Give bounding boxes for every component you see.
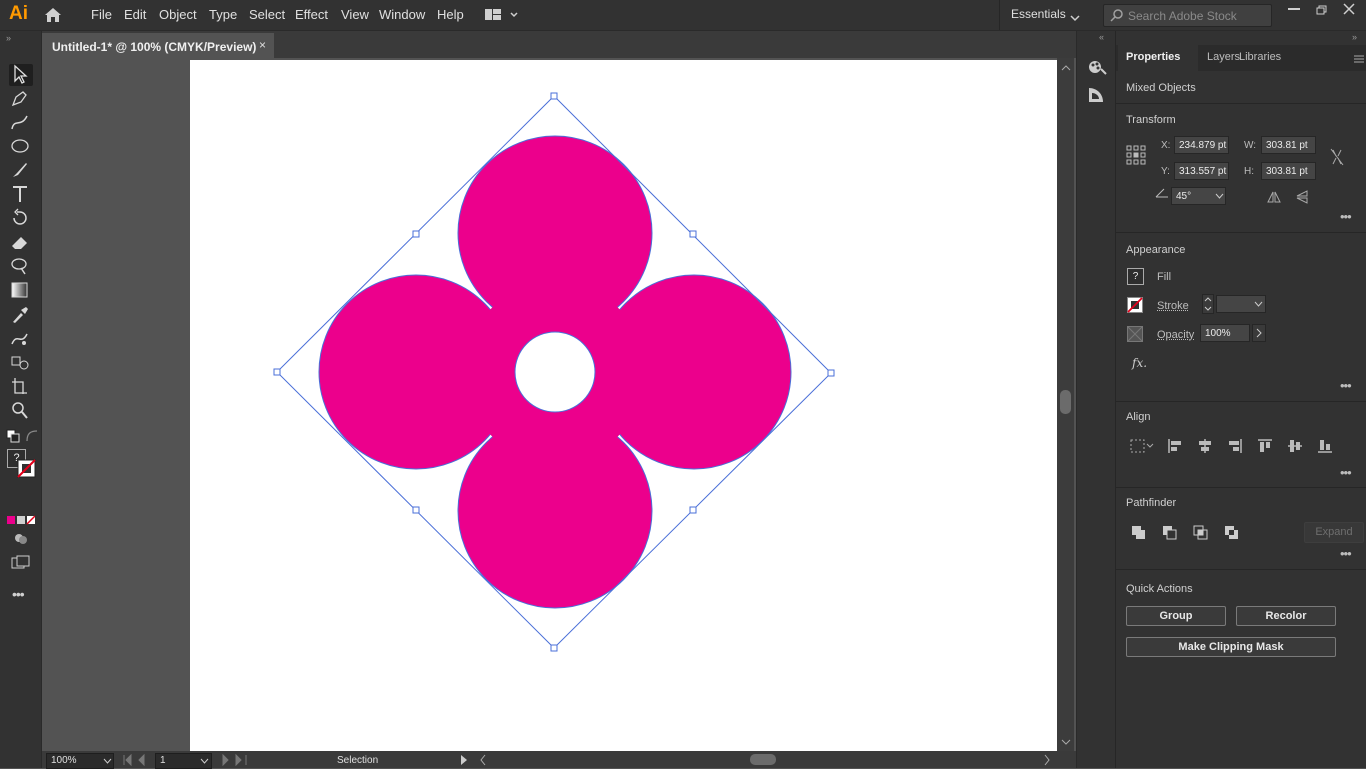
artboard-nav-next-icons[interactable] (220, 754, 250, 766)
rotation-field[interactable]: 45° (1171, 187, 1226, 205)
x-field[interactable]: 234.879 pt (1174, 136, 1229, 154)
align-right-icon[interactable] (1227, 438, 1243, 454)
width-field[interactable]: 303.81 pt (1261, 136, 1316, 154)
divider (1116, 401, 1366, 402)
appearance-more-icon[interactable]: ••• (1340, 378, 1352, 393)
handle-top[interactable] (550, 92, 558, 100)
divider (1116, 569, 1366, 570)
align-left-icon[interactable] (1167, 438, 1183, 454)
tab-properties[interactable]: Properties (1126, 51, 1180, 63)
fill-label: Fill (1157, 271, 1172, 283)
recolor-button[interactable]: Recolor (1236, 606, 1336, 626)
pathfinder-unite-icon[interactable] (1131, 525, 1147, 541)
handle-bottom-left[interactable] (412, 506, 420, 514)
collapse-panel-icon[interactable]: » (1352, 32, 1357, 42)
transform-title: Transform (1126, 114, 1176, 126)
selection-type: Mixed Objects (1126, 82, 1196, 94)
artboard-number: 1 (160, 755, 166, 766)
divider (1116, 103, 1366, 104)
make-clipping-mask-button[interactable]: Make Clipping Mask (1126, 637, 1336, 657)
gradient-panel-icon[interactable] (1087, 86, 1105, 104)
chevron-down-icon[interactable] (1215, 193, 1224, 200)
fill-swatch[interactable]: ? (1127, 268, 1144, 285)
appearance-title: Appearance (1126, 244, 1186, 256)
handle-bottom-right[interactable] (689, 506, 697, 514)
current-tool-label: Selection (337, 755, 379, 766)
align-to-selection-icon[interactable] (1130, 438, 1154, 454)
constrain-proportions-icon[interactable] (1330, 148, 1344, 166)
zoom-value: 100% (51, 755, 77, 766)
scroll-down-icon[interactable] (1061, 738, 1071, 746)
align-vertical-center-icon[interactable] (1287, 438, 1303, 454)
tab-libraries[interactable]: Libraries (1239, 51, 1281, 63)
flip-horizontal-icon[interactable] (1266, 190, 1282, 204)
handle-top-right[interactable] (689, 230, 697, 238)
vertical-scroll-thumb[interactable] (1060, 390, 1071, 414)
vertical-scrollbar[interactable] (1057, 58, 1074, 751)
panel-icon-strip: « (1076, 31, 1115, 768)
panel-tabs: Properties Layers Libraries (1116, 45, 1366, 71)
chevron-down-icon[interactable] (1254, 301, 1263, 308)
color-guide-icon[interactable] (1087, 59, 1107, 75)
flower-center-hole[interactable] (514, 331, 596, 413)
expand-button[interactable]: Expand (1304, 522, 1364, 543)
align-horizontal-center-icon[interactable] (1197, 438, 1213, 454)
divider (1116, 487, 1366, 488)
rotate-angle-icon (1155, 188, 1168, 198)
flip-vertical-icon[interactable] (1295, 189, 1309, 205)
divider (1116, 232, 1366, 233)
opacity-label[interactable]: Opacity (1157, 329, 1194, 341)
transform-more-icon[interactable]: ••• (1340, 209, 1352, 224)
stroke-weight-field[interactable] (1216, 295, 1266, 313)
horizontal-scroll-thumb[interactable] (750, 754, 776, 765)
scroll-up-icon[interactable] (1061, 64, 1071, 72)
flower-artwork[interactable] (318, 135, 792, 609)
tab-layers[interactable]: Layers (1207, 51, 1240, 63)
pathfinder-more-icon[interactable]: ••• (1340, 546, 1352, 561)
group-button[interactable]: Group (1126, 606, 1226, 626)
y-label: Y: (1161, 166, 1170, 177)
pathfinder-intersect-icon[interactable] (1193, 525, 1209, 541)
status-bar: 100% 1 Selection (42, 751, 1076, 769)
stroke-label[interactable]: Stroke (1157, 300, 1189, 312)
align-title: Align (1126, 411, 1151, 423)
reference-point-icon[interactable] (1126, 145, 1146, 165)
w-label: W: (1244, 140, 1257, 151)
opacity-arrow-icon[interactable] (1252, 324, 1266, 342)
collapse-strip-icon[interactable]: « (1099, 32, 1104, 42)
align-more-icon[interactable]: ••• (1340, 465, 1352, 480)
zoom-field[interactable]: 100% (46, 753, 114, 769)
pathfinder-exclude-icon[interactable] (1224, 525, 1240, 541)
align-top-icon[interactable] (1257, 438, 1273, 454)
x-label: X: (1161, 140, 1171, 151)
opacity-icon (1127, 326, 1143, 342)
stroke-weight-stepper[interactable] (1202, 294, 1214, 314)
properties-panel: » Properties Layers Libraries Mixed Obje… (1115, 31, 1366, 768)
rotation-value: 45° (1176, 191, 1192, 202)
chevron-down-icon[interactable] (200, 758, 209, 765)
handle-bottom[interactable] (550, 644, 558, 652)
y-field[interactable]: 313.557 pt (1174, 162, 1229, 180)
height-field[interactable]: 303.81 pt (1261, 162, 1316, 180)
align-bottom-icon[interactable] (1317, 438, 1333, 454)
handle-right[interactable] (827, 369, 835, 377)
opacity-field[interactable]: 100% (1200, 324, 1250, 342)
handle-left[interactable] (273, 368, 281, 376)
pathfinder-minus-front-icon[interactable] (1162, 525, 1178, 541)
scroll-left-icon[interactable] (479, 754, 487, 766)
handle-top-left[interactable] (412, 230, 420, 238)
pathfinder-title: Pathfinder (1126, 497, 1177, 509)
quick-actions-title: Quick Actions (1126, 583, 1193, 595)
chevron-down-icon[interactable] (103, 758, 112, 765)
h-label: H: (1244, 166, 1254, 177)
status-menu-arrow-icon[interactable] (460, 754, 468, 766)
panel-menu-icon[interactable] (1354, 55, 1364, 63)
stroke-swatch[interactable] (1127, 297, 1143, 313)
artboard-number-field[interactable]: 1 (155, 753, 212, 769)
scroll-right-icon[interactable] (1043, 754, 1051, 766)
effects-icon[interactable]: fx. (1132, 356, 1147, 370)
